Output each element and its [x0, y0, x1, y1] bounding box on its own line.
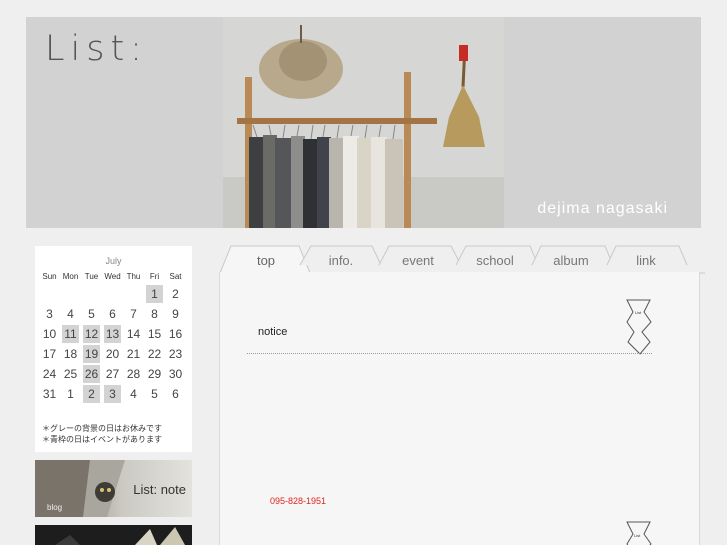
calendar-day: 5: [151, 387, 158, 401]
calendar-day: 6: [172, 387, 179, 401]
calendar-day-closed: 2: [83, 385, 100, 403]
tab-link[interactable]: link: [611, 253, 681, 268]
calendar-day-closed: 12: [83, 325, 100, 343]
location-label: dejima nagasaki: [537, 200, 668, 217]
calendar-day: 20: [105, 347, 120, 361]
tag-logo-icon: List: [626, 299, 652, 355]
site-title[interactable]: List:: [45, 29, 148, 69]
calendar-weekday: Mon: [62, 272, 79, 281]
tag-logo-text: List: [635, 310, 642, 315]
calendar-day: 15: [147, 327, 162, 341]
tab-album[interactable]: album: [536, 253, 606, 268]
blog-banner-sub: blog: [47, 503, 63, 512]
calendar-day: 3: [46, 307, 53, 321]
calendar-day: [62, 285, 79, 303]
blog-banner[interactable]: List: note blog: [35, 460, 192, 517]
calendar-grid: Sun Mon Tue Wed Thu Fri Sat 1 2 3 4 5 6 7 8 9 10 11 12 13 14…: [39, 270, 186, 404]
calendar-day-closed: 19: [83, 345, 100, 363]
notice-divider: [247, 353, 652, 354]
calendar-day-closed: 1: [146, 285, 163, 303]
calendar-weekday: Thu: [126, 272, 141, 281]
calendar-widget: July Sun Mon Tue Wed Thu Fri Sat 1 2 3 4 5 6 7 8 9 10 11 1…: [35, 246, 192, 452]
calendar-day: 18: [63, 347, 78, 361]
calendar-day: 27: [105, 367, 120, 381]
calendar-day: [104, 285, 121, 303]
calendar-weekday: Tue: [84, 272, 99, 281]
tag-logo-text-bottom: List: [634, 533, 641, 538]
calendar-day: 1: [67, 387, 74, 401]
calendar-day: 31: [42, 387, 57, 401]
calendar-day: 30: [168, 367, 183, 381]
content-panel: List notice 095-828-1951 List: [219, 272, 700, 545]
calendar-day-closed: 13: [104, 325, 121, 343]
calendar-day: 10: [42, 327, 57, 341]
calendar-day-closed: 11: [62, 325, 79, 343]
leaf-photo-icon: [35, 525, 192, 545]
calendar-month: July: [105, 256, 122, 266]
calendar-day: 9: [172, 307, 179, 321]
calendar-day: 29: [147, 367, 162, 381]
calendar-day: 21: [126, 347, 141, 361]
calendar-day: 2: [172, 287, 179, 301]
calendar-day: [41, 285, 58, 303]
calendar-day: 4: [130, 387, 137, 401]
calendar-weekday: Sun: [42, 272, 57, 281]
notice-heading: notice: [258, 326, 288, 338]
main-nav-tabs: top info. event school album link: [219, 240, 706, 274]
calendar-legend-event: ＊青枠の日はイベントがあります: [42, 435, 162, 444]
clothes-rack-illustration: [223, 17, 504, 228]
calendar-weekday: Sat: [169, 272, 182, 281]
calendar-day: 23: [168, 347, 183, 361]
calendar-legend-closed: ＊グレーの背景の日はお休みです: [42, 424, 162, 433]
calendar-day: 4: [67, 307, 74, 321]
calendar-day-closed: 3: [104, 385, 121, 403]
calendar-weekday: Wed: [104, 272, 121, 281]
calendar-day: 17: [42, 347, 57, 361]
tab-info[interactable]: info.: [306, 253, 376, 268]
tab-event[interactable]: event: [383, 253, 453, 268]
calendar-day: 16: [168, 327, 183, 341]
album-banner[interactable]: [35, 525, 192, 545]
calendar-day: 28: [126, 367, 141, 381]
tab-top[interactable]: top: [231, 253, 301, 268]
blog-banner-label: List: note: [133, 482, 186, 497]
calendar-day: 5: [88, 307, 95, 321]
calendar-day: 24: [42, 367, 57, 381]
calendar-day: 25: [63, 367, 78, 381]
site-header: List: dejima nagasaki: [26, 17, 701, 228]
calendar-day: 6: [109, 307, 116, 321]
tab-school[interactable]: school: [460, 253, 530, 268]
calendar-day: 22: [147, 347, 162, 361]
tag-logo-icon-bottom: List: [626, 521, 652, 545]
calendar-day: 14: [126, 327, 141, 341]
phone-number[interactable]: 095-828-1951: [270, 496, 326, 506]
calendar-weekday: Fri: [149, 272, 160, 281]
calendar-day: [83, 285, 100, 303]
calendar-legend: ＊グレーの背景の日はお休みです ＊青枠の日はイベントがあります: [42, 423, 162, 445]
hero-photo: [223, 17, 504, 228]
calendar-day-closed: 26: [83, 365, 100, 383]
calendar-day: [125, 285, 142, 303]
calendar-day: 8: [151, 307, 158, 321]
calendar-day: 7: [130, 307, 137, 321]
